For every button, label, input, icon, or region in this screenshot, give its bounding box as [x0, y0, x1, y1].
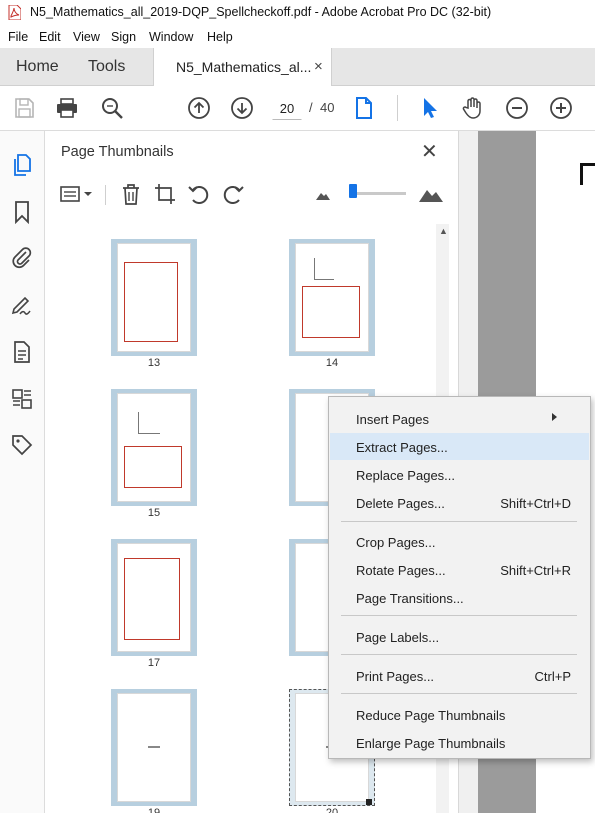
options-menu-icon[interactable] [59, 182, 95, 206]
panel-toolbar [45, 176, 459, 212]
menu-edit[interactable]: Edit [39, 27, 61, 44]
zoom-in-icon[interactable] [549, 96, 573, 120]
menu-item-crop-pages[interactable]: Crop Pages... [330, 528, 589, 555]
thumbnail-size-slider-handle[interactable] [349, 184, 357, 198]
page-separator: / [309, 100, 313, 115]
acrobat-pdf-icon [8, 5, 21, 20]
menu-sign[interactable]: Sign [111, 27, 136, 44]
menu-item-page-labels[interactable]: Page Labels... [330, 623, 589, 650]
menu-bar: File Edit View Sign Window Help [0, 27, 595, 47]
save-icon[interactable] [12, 96, 36, 120]
thumbnail-page-15[interactable] [111, 389, 197, 506]
tab-document[interactable]: N5_Mathematics_al... × [153, 48, 332, 87]
delete-pages-icon[interactable] [119, 182, 143, 206]
select-cursor-icon[interactable] [418, 96, 442, 120]
toolbar-divider [397, 95, 398, 121]
thumbnail-page-19[interactable] [111, 689, 197, 806]
zoom-search-icon[interactable] [100, 96, 124, 120]
page-display-icon[interactable] [352, 96, 376, 120]
main-toolbar: 20 / 40 [0, 86, 595, 131]
rotate-counterclockwise-icon[interactable] [187, 182, 211, 206]
menu-file[interactable]: File [8, 27, 28, 44]
small-mountain-icon [316, 193, 330, 200]
layers-compare-icon[interactable] [10, 387, 34, 411]
attachments-icon[interactable] [10, 246, 34, 270]
thumbnail-page-13[interactable] [111, 239, 197, 356]
menu-window[interactable]: Window [149, 27, 193, 44]
menu-item-rotate-pages[interactable]: Rotate Pages... Shift+Ctrl+R [330, 556, 589, 583]
menu-separator [341, 693, 577, 694]
window-title: N5_Mathematics_all_2019-DQP_Spellcheckof… [30, 5, 492, 19]
menu-item-page-transitions[interactable]: Page Transitions... [330, 584, 589, 611]
panel-title: Page Thumbnails [61, 144, 174, 160]
menu-separator [341, 654, 577, 655]
thumbnail-label: 19 [147, 807, 161, 813]
tags-icon[interactable] [10, 433, 34, 457]
bookmarks-icon[interactable] [10, 200, 34, 224]
thumbnail-page-17[interactable] [111, 539, 197, 656]
tab-tools[interactable]: Tools [88, 48, 125, 86]
thumbnail-label: 15 [147, 507, 161, 519]
zoom-out-icon[interactable] [505, 96, 529, 120]
page-thumbnails-icon[interactable] [10, 153, 34, 177]
menu-item-enlarge-thumbnails[interactable]: Enlarge Page Thumbnails [330, 729, 589, 756]
total-pages: 40 [320, 100, 335, 115]
next-page-icon[interactable] [230, 96, 254, 120]
previous-page-icon[interactable] [187, 96, 211, 120]
title-bar: N5_Mathematics_all_2019-DQP_Spellcheckof… [0, 0, 595, 25]
menu-separator [341, 521, 577, 522]
submenu-arrow-icon [552, 413, 557, 421]
document-properties-icon[interactable] [10, 340, 34, 364]
hand-tool-icon[interactable] [461, 96, 485, 120]
navigation-rail [0, 131, 45, 813]
tab-document-label: N5_Mathematics_al... [176, 59, 312, 75]
rotate-clockwise-icon[interactable] [221, 182, 245, 206]
thumbnail-size-slider-track[interactable] [351, 192, 406, 195]
panel-toolbar-divider [105, 185, 106, 205]
large-mountain-icon [419, 190, 443, 202]
menu-item-replace-pages[interactable]: Replace Pages... [330, 461, 589, 488]
menu-view[interactable]: View [73, 27, 100, 44]
tab-bar: Home Tools N5_Mathematics_al... × [0, 48, 595, 87]
menu-item-delete-pages[interactable]: Delete Pages... Shift+Ctrl+D [330, 489, 589, 516]
signatures-icon[interactable] [10, 293, 34, 317]
menu-item-reduce-thumbnails[interactable]: Reduce Page Thumbnails [330, 701, 589, 728]
thumbnail-label: 20 [325, 807, 339, 813]
thumbnail-page-14[interactable] [289, 239, 375, 356]
thumbnail-label: 13 [147, 357, 161, 369]
thumbnail-label: 17 [147, 657, 161, 669]
tab-home[interactable]: Home [16, 48, 59, 86]
menu-item-extract-pages[interactable]: Extract Pages... [330, 433, 589, 460]
thumbnail-label: 14 [325, 357, 339, 369]
context-menu: Insert Pages Extract Pages... Replace Pa… [328, 396, 591, 759]
scroll-up-icon[interactable]: ▲ [439, 226, 448, 236]
print-icon[interactable] [55, 96, 79, 120]
panel-close-icon[interactable]: ✕ [421, 139, 438, 164]
current-page-input[interactable]: 20 [272, 97, 302, 120]
tab-close-icon[interactable]: × [314, 58, 323, 75]
menu-separator [341, 615, 577, 616]
crop-pages-icon[interactable] [153, 182, 177, 206]
menu-help[interactable]: Help [207, 27, 233, 44]
menu-item-print-pages[interactable]: Print Pages... Ctrl+P [330, 662, 589, 689]
menu-item-insert-pages[interactable]: Insert Pages [330, 405, 589, 432]
